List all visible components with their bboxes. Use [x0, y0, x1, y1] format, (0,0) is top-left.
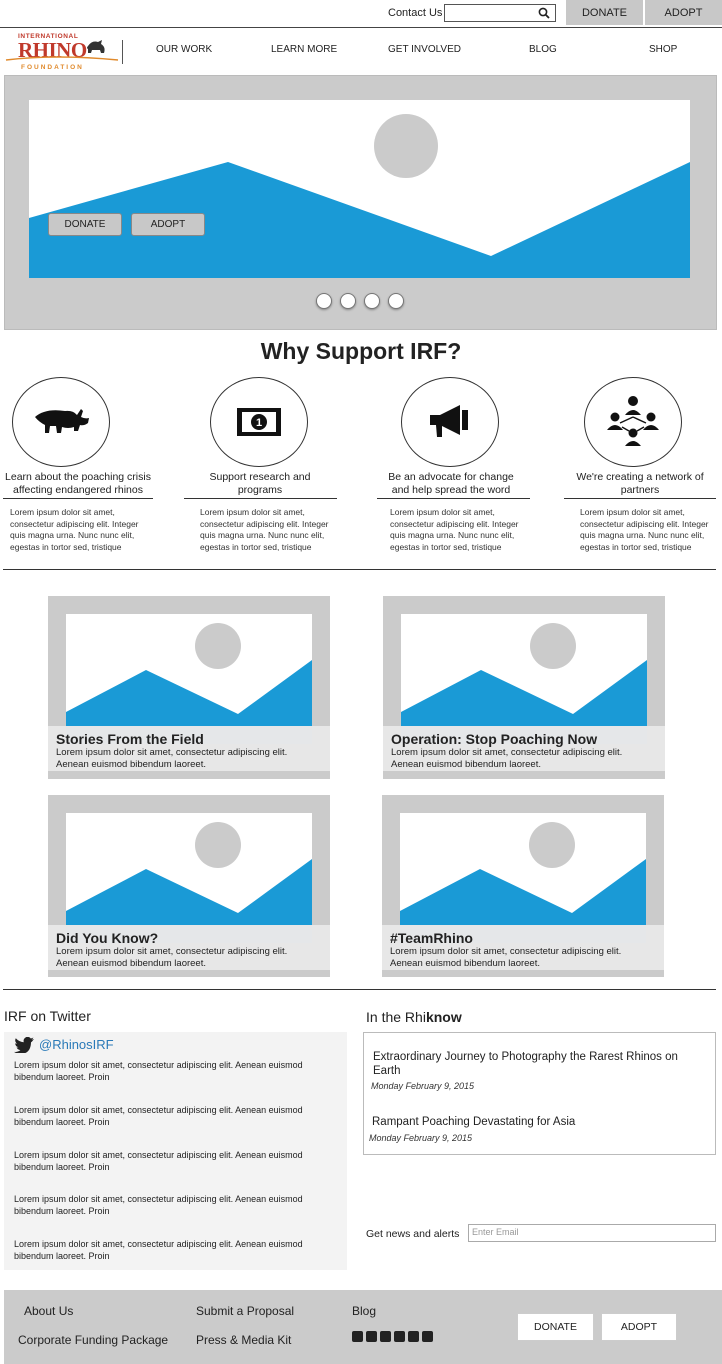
svg-text:FOUNDATION: FOUNDATION — [21, 64, 84, 71]
carousel-dot[interactable] — [316, 293, 332, 309]
card-stories[interactable]: Stories From the Field Lorem ipsum dolor… — [48, 596, 330, 779]
card-did-you-know[interactable]: Did You Know? Lorem ipsum dolor sit amet… — [48, 795, 330, 977]
svg-text:1: 1 — [256, 417, 262, 429]
social-icons — [352, 1331, 433, 1342]
search-icon[interactable] — [538, 7, 550, 19]
flickr-icon[interactable] — [408, 1331, 419, 1342]
nav-shop[interactable]: SHOP — [649, 44, 677, 55]
hero-image-placeholder — [29, 100, 690, 278]
facebook-icon[interactable] — [366, 1331, 377, 1342]
why-text: Lorem ipsum dolor sit amet, consectetur … — [390, 507, 519, 552]
why-support-title: Why Support IRF? — [260, 338, 462, 364]
why-item-rhino[interactable] — [12, 377, 110, 467]
pinterest-icon[interactable] — [380, 1331, 391, 1342]
why-text: Lorem ipsum dolor sit amet, consectetur … — [580, 507, 709, 552]
card-operation[interactable]: Operation: Stop Poaching Now Lorem ipsum… — [383, 596, 665, 779]
card-title[interactable]: Operation: Stop Poaching Now — [391, 731, 597, 747]
why-item-money[interactable]: 1 — [210, 377, 308, 467]
megaphone-icon — [430, 405, 468, 437]
youtube-icon[interactable] — [394, 1331, 405, 1342]
tweet-item: Lorem ipsum dolor sit amet, consectetur … — [14, 1105, 303, 1127]
card-caption: Operation: Stop Poaching Now Lorem ipsum… — [383, 726, 665, 771]
footer-donate-button[interactable]: DONATE — [517, 1313, 594, 1341]
search-input[interactable] — [444, 4, 556, 22]
why-item-network[interactable] — [584, 377, 682, 467]
news-alerts-label: Get news and alerts — [366, 1228, 460, 1240]
carousel-dot[interactable] — [364, 293, 380, 309]
network-icon — [607, 396, 659, 446]
card-title[interactable]: Stories From the Field — [56, 731, 204, 747]
why-divider — [377, 498, 530, 499]
footer-press-link[interactable]: Press & Media Kit — [196, 1333, 291, 1347]
logo-separator — [122, 40, 123, 64]
carousel-dot[interactable] — [340, 293, 356, 309]
header-divider — [0, 27, 722, 28]
twitter-section-title: IRF on Twitter — [4, 1008, 91, 1024]
carousel-dot[interactable] — [388, 293, 404, 309]
tweet-item: Lorem ipsum dolor sit amet, consectetur … — [14, 1194, 303, 1216]
nav-blog[interactable]: BLOG — [529, 44, 557, 55]
hero-donate-button[interactable]: DONATE — [48, 213, 122, 236]
why-divider — [564, 498, 716, 499]
card-caption: #TeamRhino Lorem ipsum dolor sit amet, c… — [382, 925, 664, 970]
why-text: Lorem ipsum dolor sit amet, consectetur … — [10, 507, 139, 552]
section-divider — [3, 569, 716, 570]
twitter-handle-link[interactable]: @RhinosIRF — [39, 1037, 114, 1052]
card-caption: Stories From the Field Lorem ipsum dolor… — [48, 726, 330, 771]
news-headline[interactable]: Rampant Poaching Devastating for Asia — [372, 1115, 702, 1129]
why-divider — [3, 498, 153, 499]
why-label-advocate: Be an advocate for change and help sprea… — [388, 471, 514, 496]
nav-get-involved[interactable]: GET INVOLVED — [388, 44, 461, 55]
footer-about-link[interactable]: About Us — [24, 1304, 73, 1318]
twitter-bird-icon — [14, 1037, 34, 1053]
news-headline[interactable]: Extraordinary Journey to Photography the… — [373, 1050, 703, 1078]
footer-corporate-link[interactable]: Corporate Funding Package — [18, 1333, 168, 1347]
why-item-megaphone[interactable] — [401, 377, 499, 467]
top-adopt-button[interactable]: ADOPT — [645, 0, 722, 25]
nav-our-work[interactable]: OUR WORK — [156, 44, 212, 55]
why-label-research: Support research and programs — [209, 471, 311, 496]
tweet-item: Lorem ipsum dolor sit amet, consectetur … — [14, 1060, 303, 1082]
footer-adopt-button[interactable]: ADOPT — [601, 1313, 677, 1341]
section-divider — [3, 989, 716, 990]
tweet-item: Lorem ipsum dolor sit amet, consectetur … — [14, 1150, 303, 1172]
card-image-placeholder — [400, 813, 646, 943]
card-image-placeholder — [66, 614, 312, 744]
tweet-item: Lorem ipsum dolor sit amet, consectetur … — [14, 1239, 303, 1261]
news-date: Monday February 9, 2015 — [369, 1133, 473, 1143]
card-text: Lorem ipsum dolor sit amet, consectetur … — [391, 747, 623, 770]
card-text: Lorem ipsum dolor sit amet, consectetur … — [56, 946, 288, 969]
nav-learn-more[interactable]: LEARN MORE — [271, 44, 337, 55]
rss-icon[interactable] — [422, 1331, 433, 1342]
card-image-placeholder — [401, 614, 647, 744]
irf-logo[interactable]: INTERNATIONAL RHINO FOUNDATION — [4, 30, 122, 72]
why-label-poaching: Learn about the poaching crisis affectin… — [5, 471, 151, 496]
news-date: Monday February 9, 2015 — [371, 1081, 475, 1091]
why-divider — [184, 498, 337, 499]
footer-blog-link[interactable]: Blog — [352, 1304, 376, 1318]
footer-proposal-link[interactable]: Submit a Proposal — [196, 1304, 294, 1318]
card-title[interactable]: #TeamRhino — [390, 930, 473, 946]
card-text: Lorem ipsum dolor sit amet, consectetur … — [56, 747, 288, 770]
hero-adopt-button[interactable]: ADOPT — [131, 213, 205, 236]
contact-us-link[interactable]: Contact Us — [388, 7, 442, 19]
card-title[interactable]: Did You Know? — [56, 930, 158, 946]
card-image-placeholder — [66, 813, 312, 943]
top-donate-button[interactable]: DONATE — [566, 0, 643, 25]
rhino-icon — [35, 409, 89, 433]
card-text: Lorem ipsum dolor sit amet, consectetur … — [390, 946, 622, 969]
twitter-icon[interactable] — [352, 1331, 363, 1342]
why-text: Lorem ipsum dolor sit amet, consectetur … — [200, 507, 329, 552]
email-field[interactable]: Enter Email — [468, 1224, 716, 1242]
money-icon: 1 — [237, 408, 281, 436]
rhiknow-section-title: In the Rhiknow — [366, 1009, 462, 1025]
card-caption: Did You Know? Lorem ipsum dolor sit amet… — [48, 925, 330, 970]
why-label-network: We're creating a network of partners — [576, 471, 704, 496]
card-team-rhino[interactable]: #TeamRhino Lorem ipsum dolor sit amet, c… — [382, 795, 664, 977]
